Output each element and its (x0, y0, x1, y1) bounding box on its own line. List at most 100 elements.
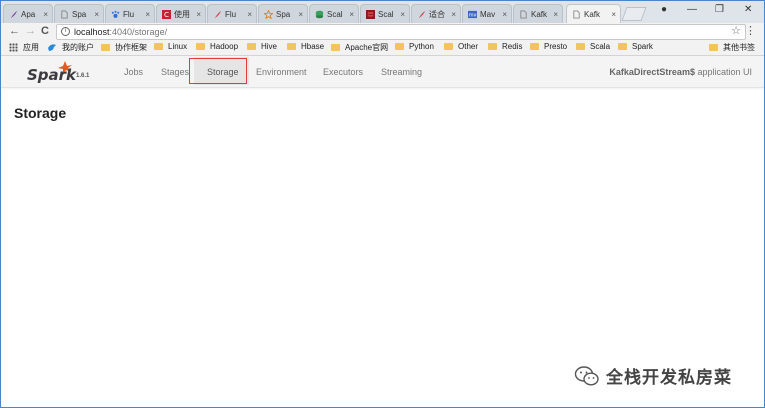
folder-icon (247, 43, 256, 50)
bookmarks-bar: 应用 我的账户 协作框架 Linux Hadoop Hive Hbase Apa… (1, 41, 764, 56)
tab-close-icon[interactable]: × (196, 10, 205, 19)
folder-icon (101, 44, 110, 51)
svg-text:C: C (164, 10, 169, 19)
bookmark-folder[interactable]: Presto (530, 42, 567, 51)
tab-flume-2[interactable]: Flu × (207, 4, 257, 23)
tab-close-icon[interactable]: × (247, 10, 256, 19)
folder-icon (154, 43, 163, 50)
bookmark-folder[interactable]: Apache官网 (331, 42, 388, 53)
c-icon: C (162, 9, 171, 19)
bookmark-folder[interactable]: Other (444, 42, 478, 51)
watermark-text: 全栈开发私房菜 (606, 368, 732, 387)
tab-spark[interactable]: Spa × (54, 4, 104, 23)
bookmark-folder[interactable]: Hadoop (196, 42, 238, 51)
tab-close-icon[interactable]: × (298, 10, 307, 19)
feather-icon (10, 10, 18, 18)
tab-kafka-active[interactable]: Kafk × (566, 4, 621, 24)
page-icon (61, 9, 68, 19)
tab-usage[interactable]: C 使用 × (156, 4, 206, 23)
bookmark-folder[interactable]: Spark (618, 42, 653, 51)
page-icon (520, 9, 527, 19)
browser-window: Apa × Spa × Flu × C 使用 × Flu × Spa × Sca… (0, 0, 765, 408)
spark-logo-text: Spark (27, 66, 77, 84)
tab-scala-1[interactable]: Scal × (309, 4, 359, 23)
bookmark-folder[interactable]: Linux (154, 42, 187, 51)
tab-close-icon[interactable]: × (400, 10, 409, 19)
tab-flume-1[interactable]: Flu × (105, 4, 155, 23)
application-name: KafkaDirectStream$ application UI (609, 67, 752, 77)
spark-navbar: Spark 1.6.1 Jobs Stages Environment Exec… (1, 56, 764, 88)
other-bookmarks[interactable]: 其他书签 (709, 42, 755, 53)
minimize-icon[interactable]: — (687, 4, 697, 15)
reload-icon[interactable]: C (41, 25, 49, 37)
forward-arrow-icon[interactable]: → (25, 25, 36, 37)
address-toolbar: ← → C i localhost:4040/storage/ ☆ ⋮ (1, 23, 764, 41)
account-icon[interactable]: ● (661, 4, 667, 15)
address-bar[interactable]: i localhost:4040/storage/ ☆ (56, 24, 746, 40)
folder-icon (395, 43, 404, 50)
tab-close-icon[interactable]: × (145, 10, 154, 19)
folder-icon (196, 43, 205, 50)
watermark: 全栈开发私房菜 (574, 363, 732, 388)
url-text[interactable]: localhost:4040/storage/ (74, 25, 167, 39)
folder-icon (331, 44, 340, 51)
tab-close-icon[interactable]: × (502, 10, 511, 19)
new-tab-button[interactable] (621, 7, 647, 21)
page-title: Storage (14, 105, 67, 121)
nav-environment[interactable]: Environment (256, 67, 307, 77)
tab-close-icon[interactable]: × (349, 10, 358, 19)
close-window-icon[interactable]: ✕ (744, 4, 752, 15)
page-icon (573, 10, 580, 19)
tab-close-icon[interactable]: × (43, 10, 52, 19)
bookmark-folder[interactable]: Scala (576, 42, 610, 51)
spark-logo[interactable]: Spark (27, 59, 83, 85)
folder-icon (444, 43, 453, 50)
back-arrow-icon[interactable]: ← (9, 25, 20, 37)
browser-menu-icon[interactable]: ⋮ (745, 24, 756, 37)
tab-close-icon[interactable]: × (611, 10, 620, 19)
folder-icon (287, 43, 296, 50)
tab-apache[interactable]: Apa × (3, 4, 53, 23)
scala-icon (366, 9, 375, 19)
bookmark-my-account[interactable]: 我的账户 (47, 42, 94, 53)
tab-suitable[interactable]: 适合 × (411, 4, 461, 23)
tab-spark-2[interactable]: Spa × (258, 4, 308, 23)
apps-grid-icon (9, 43, 18, 52)
feather-icon (214, 10, 222, 18)
tab-close-icon[interactable]: × (553, 10, 562, 19)
tab-scala-2[interactable]: Scal × (360, 4, 410, 23)
bookmark-folder[interactable]: Redis (488, 42, 522, 51)
feather-icon (418, 10, 426, 18)
nav-streaming[interactable]: Streaming (381, 67, 422, 77)
folder-icon (488, 43, 497, 50)
bookmark-folder[interactable]: Hive (247, 42, 277, 51)
highlight-annotation-box (189, 58, 247, 84)
paw-icon (111, 10, 120, 18)
wechat-icon (574, 365, 599, 386)
nav-executors[interactable]: Executors (323, 67, 363, 77)
tab-strip: Apa × Spa × Flu × C 使用 × Flu × Spa × Sca… (1, 1, 764, 24)
bookmark-folder[interactable]: Python (395, 42, 434, 51)
bookmark-star-icon[interactable]: ☆ (731, 24, 741, 38)
tab-maven[interactable]: mvn Mav × (462, 4, 512, 23)
bookmark-folder[interactable]: 协作框架 (101, 42, 147, 53)
maven-icon: mvn (468, 10, 477, 18)
tab-close-icon[interactable]: × (94, 10, 103, 19)
bird-icon (48, 44, 56, 51)
bookmark-apps[interactable]: 应用 (9, 42, 39, 53)
info-icon[interactable]: i (61, 27, 70, 36)
folder-icon (709, 44, 718, 51)
bookmark-folder[interactable]: Hbase (287, 42, 324, 51)
svg-text:mvn: mvn (469, 12, 477, 18)
tab-kafka-1[interactable]: Kafk × (513, 4, 563, 23)
restore-icon[interactable]: ❐ (715, 4, 724, 15)
folder-icon (530, 43, 539, 50)
nav-stages[interactable]: Stages (161, 67, 189, 77)
star-icon (264, 9, 273, 19)
folder-icon (618, 43, 627, 50)
folder-icon (576, 43, 585, 50)
database-icon (315, 10, 324, 18)
nav-jobs[interactable]: Jobs (124, 67, 143, 77)
spark-version: 1.6.1 (76, 73, 90, 79)
tab-close-icon[interactable]: × (451, 10, 460, 19)
